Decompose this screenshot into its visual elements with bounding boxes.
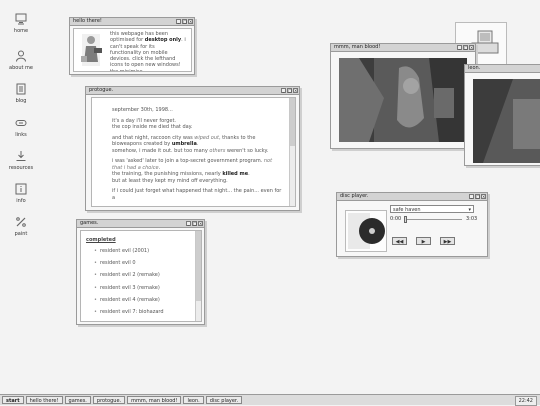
- prologue-scrollbar[interactable]: [289, 98, 295, 206]
- hello-text-bold: desktop only: [144, 37, 182, 44]
- video-window[interactable]: mmm, man blood! _ □ ×: [330, 43, 476, 149]
- track-select[interactable]: safe haven ▾: [390, 205, 474, 213]
- prologue-line: and that night, raccoon city was wiped o…: [112, 134, 256, 148]
- progress-track[interactable]: [404, 216, 462, 223]
- desktop-icon-label: about me: [9, 65, 33, 71]
- prologue-line: if i could just forget what happened tha…: [112, 188, 282, 201]
- desktop-icon-label: links: [15, 132, 27, 138]
- maximize-button[interactable]: □: [182, 19, 187, 24]
- previous-button[interactable]: ◀◀: [392, 237, 407, 245]
- window-title: games.: [80, 220, 99, 226]
- list-item: resident evil 7: biohazard: [94, 309, 194, 315]
- desktop-icon-blog[interactable]: blog: [4, 83, 38, 104]
- list-item: resident evil 0: [94, 260, 194, 266]
- download-icon: [15, 150, 27, 162]
- play-button[interactable]: ▶: [416, 237, 431, 245]
- hello-window[interactable]: hello there! _ □ × this webpage has been…: [69, 17, 195, 75]
- taskbar-item-prologue[interactable]: protogue.: [92, 396, 126, 404]
- prologue-line: somehow, i made it out. but too many oth…: [112, 147, 269, 154]
- desktop-icon-label: info: [16, 198, 26, 204]
- start-button[interactable]: start: [2, 396, 24, 404]
- maximize-button[interactable]: □: [475, 194, 480, 199]
- close-button[interactable]: ×: [198, 221, 203, 226]
- prologue-window[interactable]: protogue. _ □ × september 30th, 1998... …: [85, 86, 300, 211]
- minimize-button[interactable]: _: [186, 221, 191, 226]
- video-window-titlebar[interactable]: mmm, man blood! _ □ ×: [331, 44, 475, 52]
- games-list: resident evil (2001) resident evil 0 res…: [94, 248, 194, 321]
- leon-window[interactable]: leon.: [464, 64, 540, 166]
- list-item: resident evil 3 (remake): [94, 285, 194, 291]
- info-icon: [15, 183, 27, 195]
- minimize-button[interactable]: _: [457, 45, 462, 50]
- hello-window-titlebar[interactable]: hello there! _ □ ×: [70, 18, 194, 26]
- prologue-line: i was 'asked' later to join a top-secret…: [112, 158, 273, 171]
- disc-player-titlebar[interactable]: disc player. _ □ ×: [337, 193, 487, 201]
- paint-icon: [15, 216, 27, 228]
- prologue-window-titlebar[interactable]: protogue. _ □ ×: [86, 87, 299, 95]
- track-select-value: safe haven: [393, 207, 421, 213]
- desktop-icon-label: blog: [15, 98, 27, 104]
- games-window[interactable]: games. _ □ × completed resident evil (20…: [76, 219, 205, 325]
- desktop-icon-resources[interactable]: resources: [4, 150, 38, 171]
- character-illustration: [78, 32, 104, 68]
- video-frame[interactable]: [339, 58, 467, 142]
- list-item: resident evil 2 (remake): [94, 272, 194, 278]
- minimize-button[interactable]: _: [469, 194, 474, 199]
- previous-icon: ◀◀: [395, 239, 404, 245]
- taskbar-item-man-blood[interactable]: mmm, man blood!: [127, 396, 182, 404]
- games-scrollbar[interactable]: [195, 231, 201, 321]
- desktop-icon-home[interactable]: home: [4, 13, 38, 34]
- notebook-icon: [15, 83, 27, 95]
- close-button[interactable]: ×: [293, 88, 298, 93]
- taskbar: start hello there! games. protogue. mmm,…: [0, 394, 540, 406]
- window-title: leon.: [468, 65, 481, 71]
- play-icon: ▶: [421, 239, 426, 245]
- games-window-titlebar[interactable]: games. _ □ ×: [77, 220, 204, 228]
- desktop-icon-label: resources: [8, 165, 34, 171]
- desktop-icon-links[interactable]: links: [4, 117, 38, 138]
- progress-handle[interactable]: [404, 216, 407, 223]
- taskbar-item-games[interactable]: games.: [64, 396, 91, 404]
- prologue-line: the cop inside me died that day.: [112, 124, 193, 130]
- disc-icon: [345, 210, 387, 252]
- prologue-line: but at least they kept my mind off every…: [112, 177, 228, 184]
- window-title: disc player.: [340, 193, 369, 199]
- link-icon: [15, 117, 27, 129]
- taskbar-item-disc-player[interactable]: disc player.: [205, 396, 243, 404]
- minimize-button[interactable]: _: [281, 88, 286, 93]
- monitor-icon: [15, 13, 27, 25]
- window-title: protogue.: [89, 87, 114, 93]
- desktop-icon-paint[interactable]: paint: [4, 216, 38, 237]
- close-button[interactable]: ×: [188, 19, 193, 24]
- window-title: mmm, man blood!: [334, 44, 381, 50]
- video-frame[interactable]: [473, 79, 540, 163]
- desktop-icon-about-me[interactable]: about me: [4, 50, 38, 71]
- next-icon: ▶▶: [443, 239, 452, 245]
- maximize-button[interactable]: □: [463, 45, 468, 50]
- desktop-icon-info[interactable]: info: [4, 183, 38, 204]
- close-button[interactable]: ×: [469, 45, 474, 50]
- time-current: 0:00: [390, 216, 402, 222]
- maximize-button[interactable]: □: [287, 88, 292, 93]
- list-item: resident evil (2001): [94, 248, 194, 254]
- time-total: 3:03: [466, 216, 478, 222]
- desktop-icon-label: home: [13, 28, 29, 34]
- close-button[interactable]: ×: [481, 194, 486, 199]
- chevron-down-icon: ▾: [468, 207, 471, 213]
- games-heading: completed: [86, 237, 116, 243]
- desktop-icon-label: paint: [14, 231, 28, 237]
- list-item: resident evil 4 (remake): [94, 297, 194, 303]
- prologue-date: september 30th, 1998...: [112, 107, 173, 113]
- person-icon: [15, 50, 27, 62]
- next-button[interactable]: ▶▶: [440, 237, 455, 245]
- taskbar-item-hello[interactable]: hello there!: [25, 396, 63, 404]
- leon-window-titlebar[interactable]: leon.: [465, 65, 540, 73]
- taskbar-item-leon[interactable]: leon.: [183, 396, 204, 404]
- minimize-button[interactable]: _: [176, 19, 181, 24]
- maximize-button[interactable]: □: [192, 221, 197, 226]
- window-title: hello there!: [73, 18, 102, 24]
